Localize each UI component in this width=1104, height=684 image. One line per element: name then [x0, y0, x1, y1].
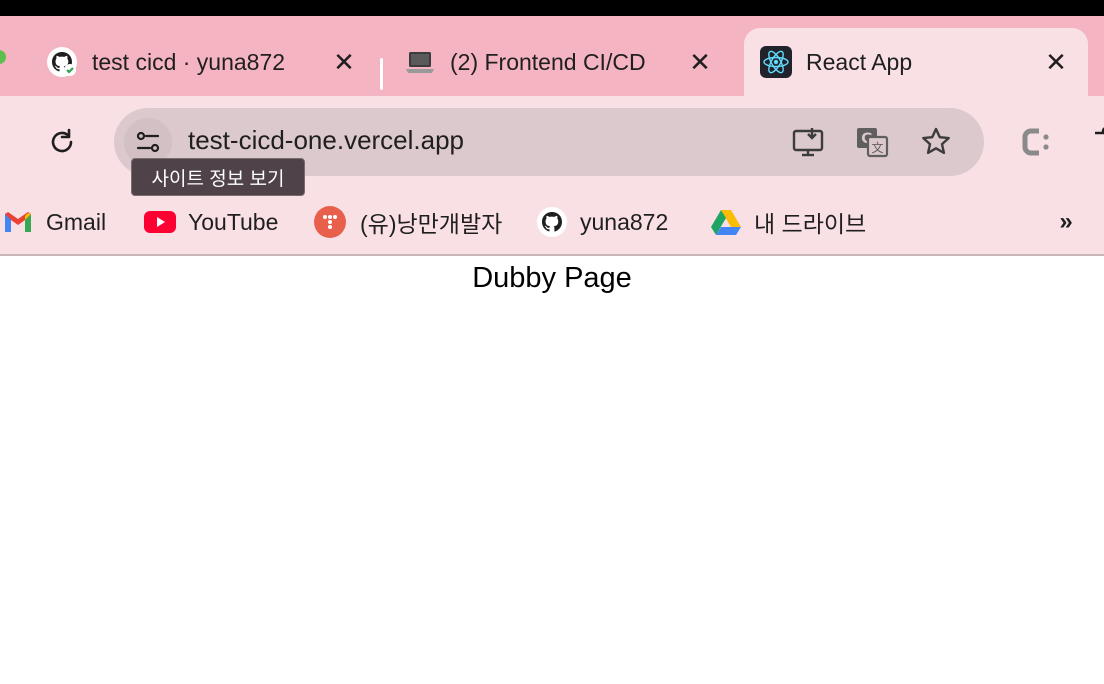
install-app-icon[interactable]: [788, 122, 828, 162]
github-icon: [536, 206, 568, 238]
bookmark-romantic-developer[interactable]: (유)낭만개발자: [314, 202, 502, 242]
extensions-puzzle-icon[interactable]: [1088, 124, 1104, 160]
youtube-icon: [144, 206, 176, 238]
tab-react-app[interactable]: React App ✕: [744, 28, 1088, 96]
bookmark-my-drive[interactable]: 내 드라이브: [710, 202, 866, 242]
extension-icon[interactable]: [1018, 124, 1054, 160]
bookmark-yuna872[interactable]: yuna872: [536, 202, 668, 242]
back-arrow-icon[interactable]: ›: [0, 130, 4, 154]
dots-logo-icon: [314, 206, 346, 238]
bookmark-youtube[interactable]: YouTube: [144, 202, 278, 242]
bookmark-label: 내 드라이브: [754, 211, 867, 237]
tab-title: React App: [806, 48, 913, 75]
laptop-icon: [404, 46, 436, 78]
bookmark-label: YouTube: [188, 208, 279, 235]
bookmark-label: (유)낭만개발자: [360, 211, 503, 237]
page-heading: Dubby Page: [472, 262, 632, 294]
bookmark-star-icon[interactable]: [916, 122, 956, 162]
github-icon: [46, 46, 78, 78]
tab-separator: [380, 58, 383, 90]
url-text[interactable]: test-cicd-one.vercel.app: [188, 125, 464, 156]
window-control-dot[interactable]: [0, 50, 6, 64]
bookmarks-bar: Gmail YouTube (유)낭만개발자 yuna872 내 드라이브 »: [0, 188, 1104, 256]
tab-strip: test cicd · yuna872 ✕ (2) Frontend CI/CD…: [0, 16, 1104, 96]
react-icon: [760, 46, 792, 78]
bookmark-gmail[interactable]: Gmail: [2, 202, 106, 242]
close-tab-icon[interactable]: ✕: [686, 47, 714, 77]
tab-title: (2) Frontend CI/CD: [450, 48, 646, 75]
bookmark-label: Gmail: [46, 208, 107, 235]
window-top-edge: [0, 0, 1104, 16]
reload-icon[interactable]: [44, 124, 80, 160]
tab-title: test cicd · yuna872: [92, 48, 286, 75]
more-bookmarks-icon[interactable]: »: [1046, 202, 1086, 242]
gmail-icon: [2, 206, 34, 238]
site-info-tooltip: 사이트 정보 보기: [131, 158, 305, 196]
page-content: Dubby Page: [0, 258, 1104, 684]
svg-text:文: 文: [871, 140, 883, 155]
translate-icon[interactable]: G 文: [852, 122, 892, 162]
google-drive-icon: [710, 206, 742, 238]
tab-frontend-cicd[interactable]: (2) Frontend CI/CD ✕: [404, 28, 724, 96]
close-tab-icon[interactable]: ✕: [330, 47, 358, 77]
bookmark-label: yuna872: [580, 208, 669, 235]
tab-github-test-cicd[interactable]: test cicd · yuna872 ✕: [46, 28, 376, 96]
close-tab-icon[interactable]: ✕: [1042, 47, 1070, 77]
